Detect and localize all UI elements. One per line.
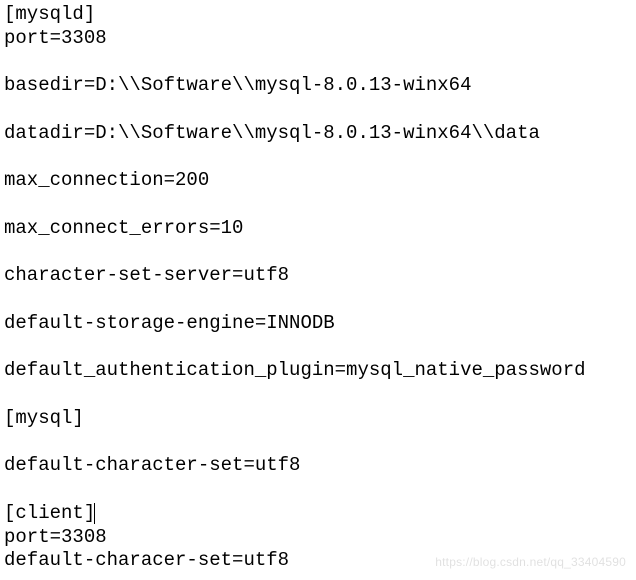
config-line: port=3308 [4, 526, 107, 548]
config-text: [mysqld] port=3308 basedir=D:\\Software\… [4, 3, 632, 573]
config-line: max_connection=200 [4, 169, 209, 191]
config-line: default-storage-engine=INNODB [4, 312, 335, 334]
config-line: [mysqld] [4, 3, 95, 25]
config-line: port=3308 [4, 27, 107, 49]
config-line: character-set-server=utf8 [4, 264, 289, 286]
config-line: default_authentication_plugin=mysql_nati… [4, 359, 586, 381]
config-line: [mysql] [4, 407, 84, 429]
config-line: datadir=D:\\Software\\mysql-8.0.13-winx6… [4, 122, 540, 144]
config-line: max_connect_errors=10 [4, 217, 243, 239]
config-line: [client] [4, 502, 95, 524]
config-line: default-character-set=utf8 [4, 454, 300, 476]
config-line: basedir=D:\\Software\\mysql-8.0.13-winx6… [4, 74, 471, 96]
config-line: default-characer-set=utf8 [4, 549, 289, 571]
text-cursor [94, 503, 95, 524]
